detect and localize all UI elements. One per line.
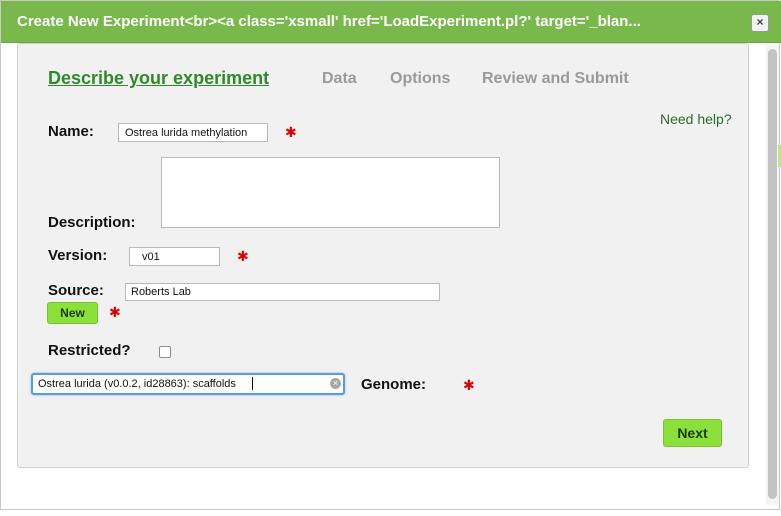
tab-describe-experiment[interactable]: Describe your experiment [48, 68, 269, 89]
scrollbar-thumb[interactable] [768, 49, 777, 499]
dialog-title: Create New Experiment<br><a class='xsmal… [17, 13, 641, 30]
version-label: Version: [48, 247, 108, 264]
next-button[interactable]: Next [663, 419, 722, 447]
name-label: Name: [48, 123, 94, 140]
name-input[interactable] [118, 123, 268, 142]
tab-options[interactable]: Options [390, 70, 450, 88]
version-input[interactable] [129, 247, 220, 266]
close-icon: × [756, 15, 764, 29]
version-required-mark: ✱ [237, 248, 249, 264]
description-input[interactable] [161, 157, 500, 228]
tab-data[interactable]: Data [322, 70, 357, 88]
dialog-titlebar[interactable]: Create New Experiment<br><a class='xsmal… [1, 1, 781, 43]
wizard-panel [17, 43, 749, 468]
text-caret [252, 377, 253, 390]
restricted-label: Restricted? [48, 342, 131, 359]
name-required-mark: ✱ [285, 124, 297, 140]
close-button[interactable]: × [751, 14, 769, 32]
new-source-button[interactable]: New [47, 302, 98, 324]
restricted-checkbox[interactable] [159, 346, 171, 358]
genome-required-mark: ✱ [463, 377, 475, 393]
need-help-link[interactable]: Need help? [660, 111, 732, 127]
source-required-mark: ✱ [109, 304, 121, 320]
genome-label: Genome: [361, 376, 427, 393]
source-label: Source: [48, 282, 104, 299]
tab-review-submit[interactable]: Review and Submit [482, 70, 629, 88]
genome-search-input[interactable]: Ostrea lurida (v0.0.2, id28863): scaffol… [31, 373, 345, 395]
genome-value: Ostrea lurida (v0.0.2, id28863): scaffol… [38, 378, 236, 390]
source-input[interactable] [125, 283, 440, 301]
clear-icon[interactable]: × [330, 378, 341, 389]
description-label: Description: [48, 214, 136, 231]
